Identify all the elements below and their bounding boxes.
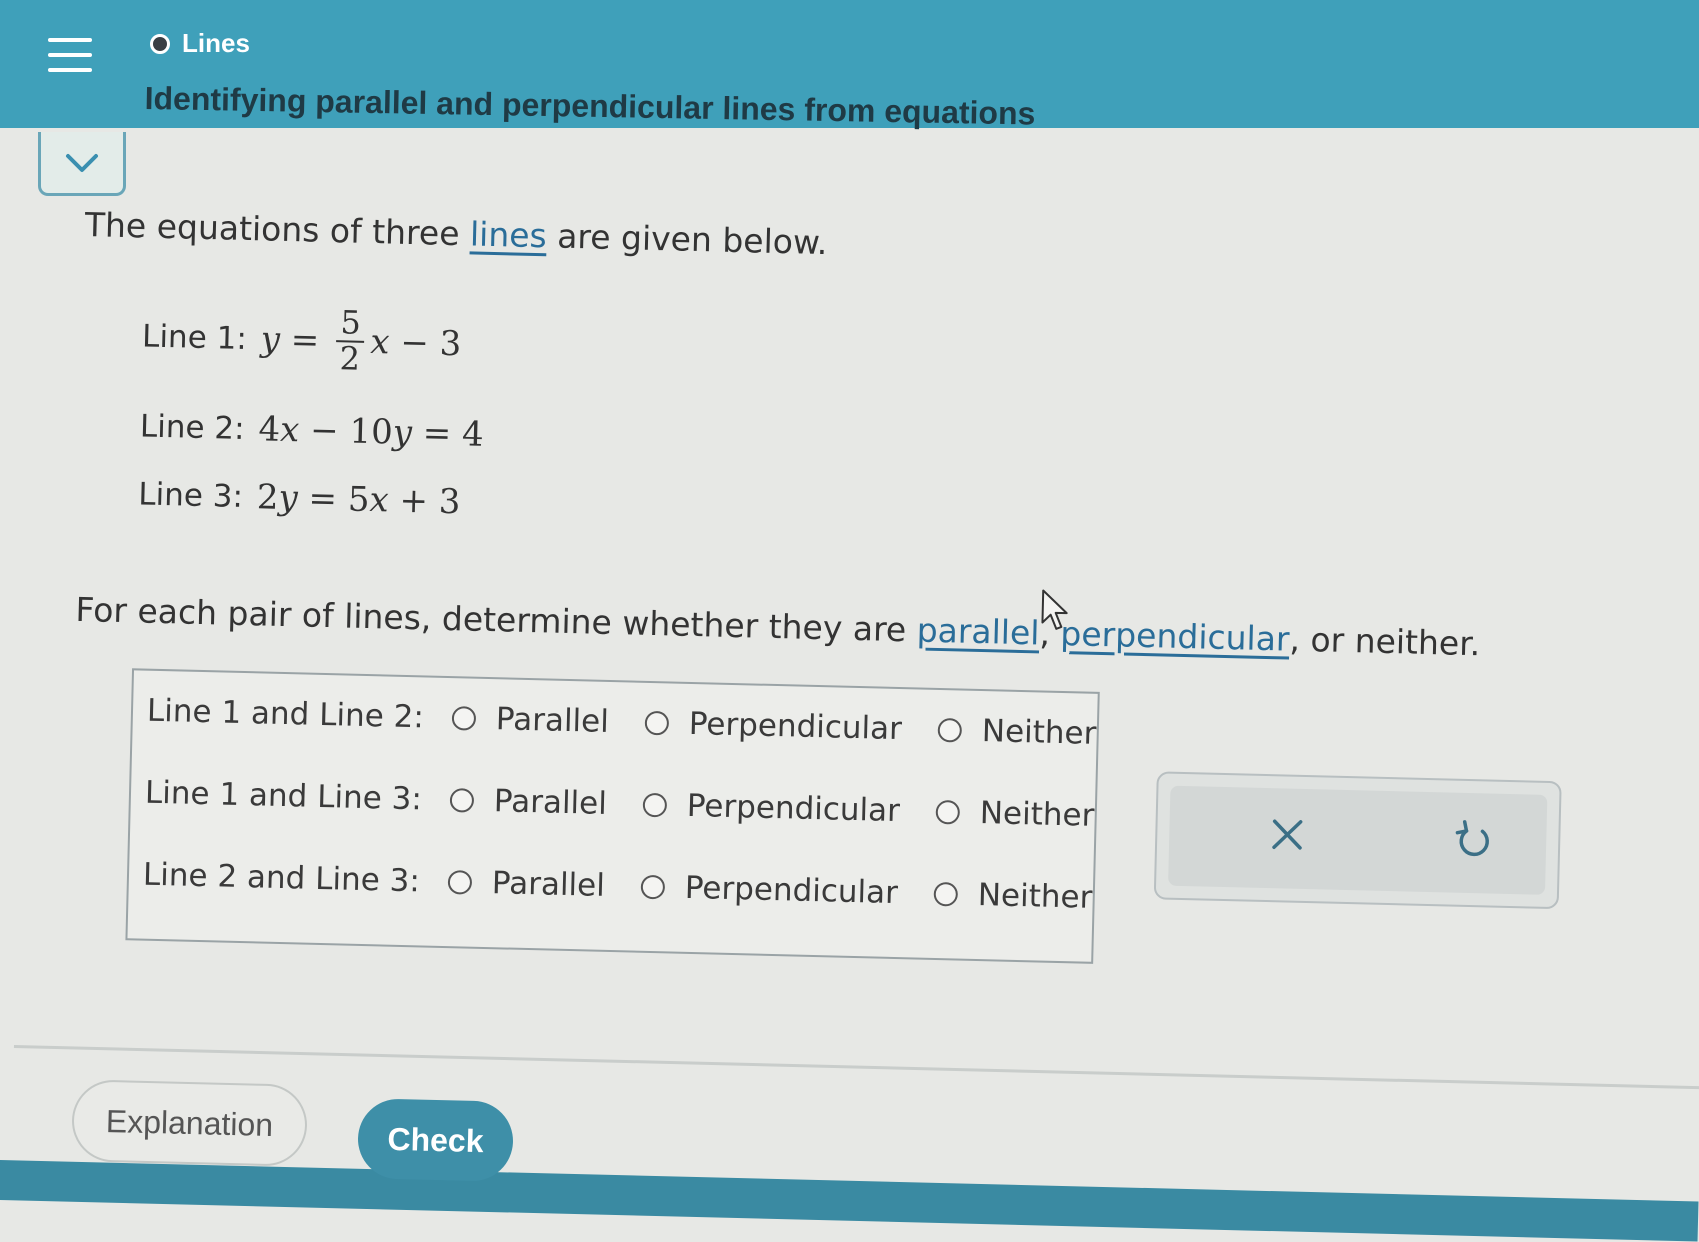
explanation-button[interactable]: Explanation — [71, 1079, 308, 1167]
intro-text: The equations of three — [84, 205, 471, 254]
radio-circle-icon[interactable] — [449, 788, 475, 813]
option-label: Parallel — [493, 783, 608, 822]
option-label: Perpendicular — [686, 787, 901, 830]
question-prompt: For each pair of lines, determine whethe… — [75, 590, 1481, 663]
radio-perpendicular[interactable]: Perpendicular — [640, 869, 898, 911]
radio-perpendicular[interactable]: Perpendicular — [644, 705, 902, 747]
radio-neither[interactable]: Neither — [933, 876, 1093, 916]
undo-icon — [1455, 820, 1489, 857]
clear-button[interactable] — [1269, 816, 1306, 857]
equation-line-2: Line 2: 4x − 10 y = 4 — [139, 406, 485, 455]
radio-circle-icon[interactable] — [933, 881, 959, 907]
option-label: Neither — [979, 795, 1095, 834]
parallel-link[interactable]: parallel — [916, 610, 1040, 652]
problem-intro: The equations of three lines are given b… — [84, 205, 827, 262]
option-label: Parallel — [495, 701, 610, 740]
intro-text-end: are given below. — [546, 216, 828, 263]
mouse-pointer-icon — [1041, 589, 1068, 630]
equation-3-math: 2y = 5x + 3 — [256, 477, 461, 523]
option-label: Parallel — [491, 865, 606, 904]
equation-1-math: y = 52x − 3 — [260, 303, 462, 378]
answer-row-2-3: Line 2 and Line 3: Parallel Perpendicula… — [143, 857, 1129, 917]
radio-parallel[interactable]: Parallel — [447, 864, 605, 904]
pair-label: Line 2 and Line 3: — [142, 856, 421, 900]
undo-button[interactable] — [1455, 819, 1494, 866]
problem-content: The equations of three lines are given b… — [0, 0, 1699, 1230]
check-button[interactable]: Check — [357, 1098, 514, 1182]
lines-link[interactable]: lines — [470, 214, 548, 255]
question-text-end: , or neither. — [1289, 619, 1481, 664]
option-label: Neither — [977, 877, 1093, 916]
radio-parallel[interactable]: Parallel — [449, 782, 607, 822]
question-text: For each pair of lines, determine whethe… — [75, 589, 918, 650]
radio-neither[interactable]: Neither — [935, 794, 1095, 834]
equation-2-math: 4x − 10 y = 4 — [258, 409, 485, 455]
option-label: Perpendicular — [688, 705, 903, 748]
close-x-icon — [1272, 819, 1303, 850]
radio-circle-icon[interactable] — [644, 710, 670, 736]
equation-label: Line 3: — [137, 476, 244, 515]
radio-parallel[interactable]: Parallel — [451, 700, 609, 740]
answer-row-1-2: Line 1 and Line 2: Parallel Perpendicula… — [147, 693, 1133, 753]
answer-row-1-3: Line 1 and Line 3: Parallel Perpendicula… — [145, 775, 1131, 835]
equation-line-3: Line 3: 2y = 5x + 3 — [138, 474, 461, 522]
equation-line-1: Line 1: y = 52x − 3 — [141, 301, 462, 378]
radio-neither[interactable]: Neither — [937, 712, 1097, 752]
radio-circle-icon[interactable] — [640, 874, 666, 900]
perpendicular-link[interactable]: perpendicular — [1060, 614, 1290, 659]
radio-circle-icon[interactable] — [937, 717, 963, 743]
option-label: Neither — [981, 713, 1097, 752]
radio-circle-icon[interactable] — [447, 870, 473, 895]
answer-box: Line 1 and Line 2: Parallel Perpendicula… — [125, 668, 1100, 964]
pair-label: Line 1 and Line 3: — [144, 774, 423, 818]
pair-label: Line 1 and Line 2: — [146, 692, 425, 736]
tools-inner — [1168, 785, 1548, 895]
option-label: Perpendicular — [684, 869, 899, 912]
radio-perpendicular[interactable]: Perpendicular — [642, 787, 900, 829]
answer-tools-panel — [1153, 771, 1562, 910]
radio-circle-icon[interactable] — [451, 706, 477, 731]
equation-label: Line 1: — [141, 318, 248, 357]
equation-label: Line 2: — [139, 408, 246, 447]
radio-circle-icon[interactable] — [935, 799, 961, 825]
radio-circle-icon[interactable] — [642, 792, 668, 818]
